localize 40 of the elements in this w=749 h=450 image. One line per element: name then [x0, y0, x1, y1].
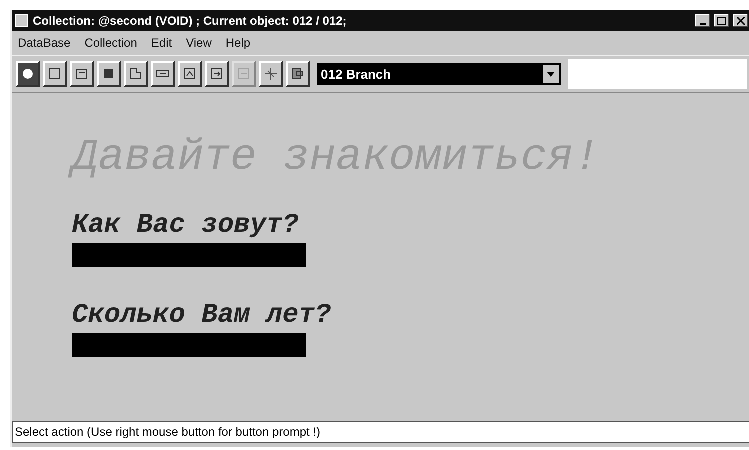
minimize-icon	[700, 22, 706, 24]
maximize-icon	[717, 16, 726, 24]
menu-item[interactable]: Help	[226, 36, 251, 50]
close-icon	[736, 16, 744, 24]
toolbar-button[interactable]	[151, 61, 175, 87]
toolbar-button[interactable]	[124, 61, 148, 87]
tool-icon	[183, 67, 197, 81]
app-icon	[15, 14, 29, 28]
field-label: Сколько Вам лет?	[72, 301, 332, 331]
window-title: Collection: @second (VOID) ; Current object: 012 / 012;	[33, 14, 348, 28]
toolbar-button[interactable]	[259, 61, 283, 87]
tool-icon	[21, 67, 35, 81]
toolbar-button[interactable]	[205, 61, 229, 87]
close-button[interactable]	[733, 14, 748, 27]
toolbar-button[interactable]	[286, 61, 310, 87]
menu-item[interactable]: View	[186, 36, 212, 50]
menu-item[interactable]: Collection	[84, 36, 138, 50]
tool-icon	[291, 67, 305, 81]
tool-icon	[75, 67, 89, 81]
tool-icon	[264, 67, 278, 81]
tool-icon	[210, 67, 224, 81]
toolbar-button[interactable]	[16, 61, 40, 87]
status-bar: Select action (Use right mouse button for button prompt !)	[12, 421, 749, 443]
tool-icon	[102, 67, 116, 81]
field-label: Как Вас зовут?	[72, 211, 300, 241]
tool-icon	[48, 67, 62, 81]
tool-icon	[237, 67, 251, 81]
toolbar-button[interactable]	[70, 61, 94, 87]
menu-item[interactable]: DataBase	[18, 36, 71, 50]
toolbar-button[interactable]	[97, 61, 121, 87]
toolbar-button[interactable]	[43, 61, 67, 87]
object-dropdown[interactable]: 012 Branch	[317, 63, 561, 85]
input-field[interactable]	[72, 243, 306, 267]
toolbar-button[interactable]	[178, 61, 202, 87]
maximize-button[interactable]	[714, 14, 729, 27]
tool-icon	[129, 67, 143, 81]
dropdown-arrow-icon	[547, 72, 555, 76]
menu-item[interactable]: Edit	[151, 36, 172, 50]
input-field[interactable]	[72, 333, 306, 357]
minimize-button[interactable]	[695, 14, 710, 27]
